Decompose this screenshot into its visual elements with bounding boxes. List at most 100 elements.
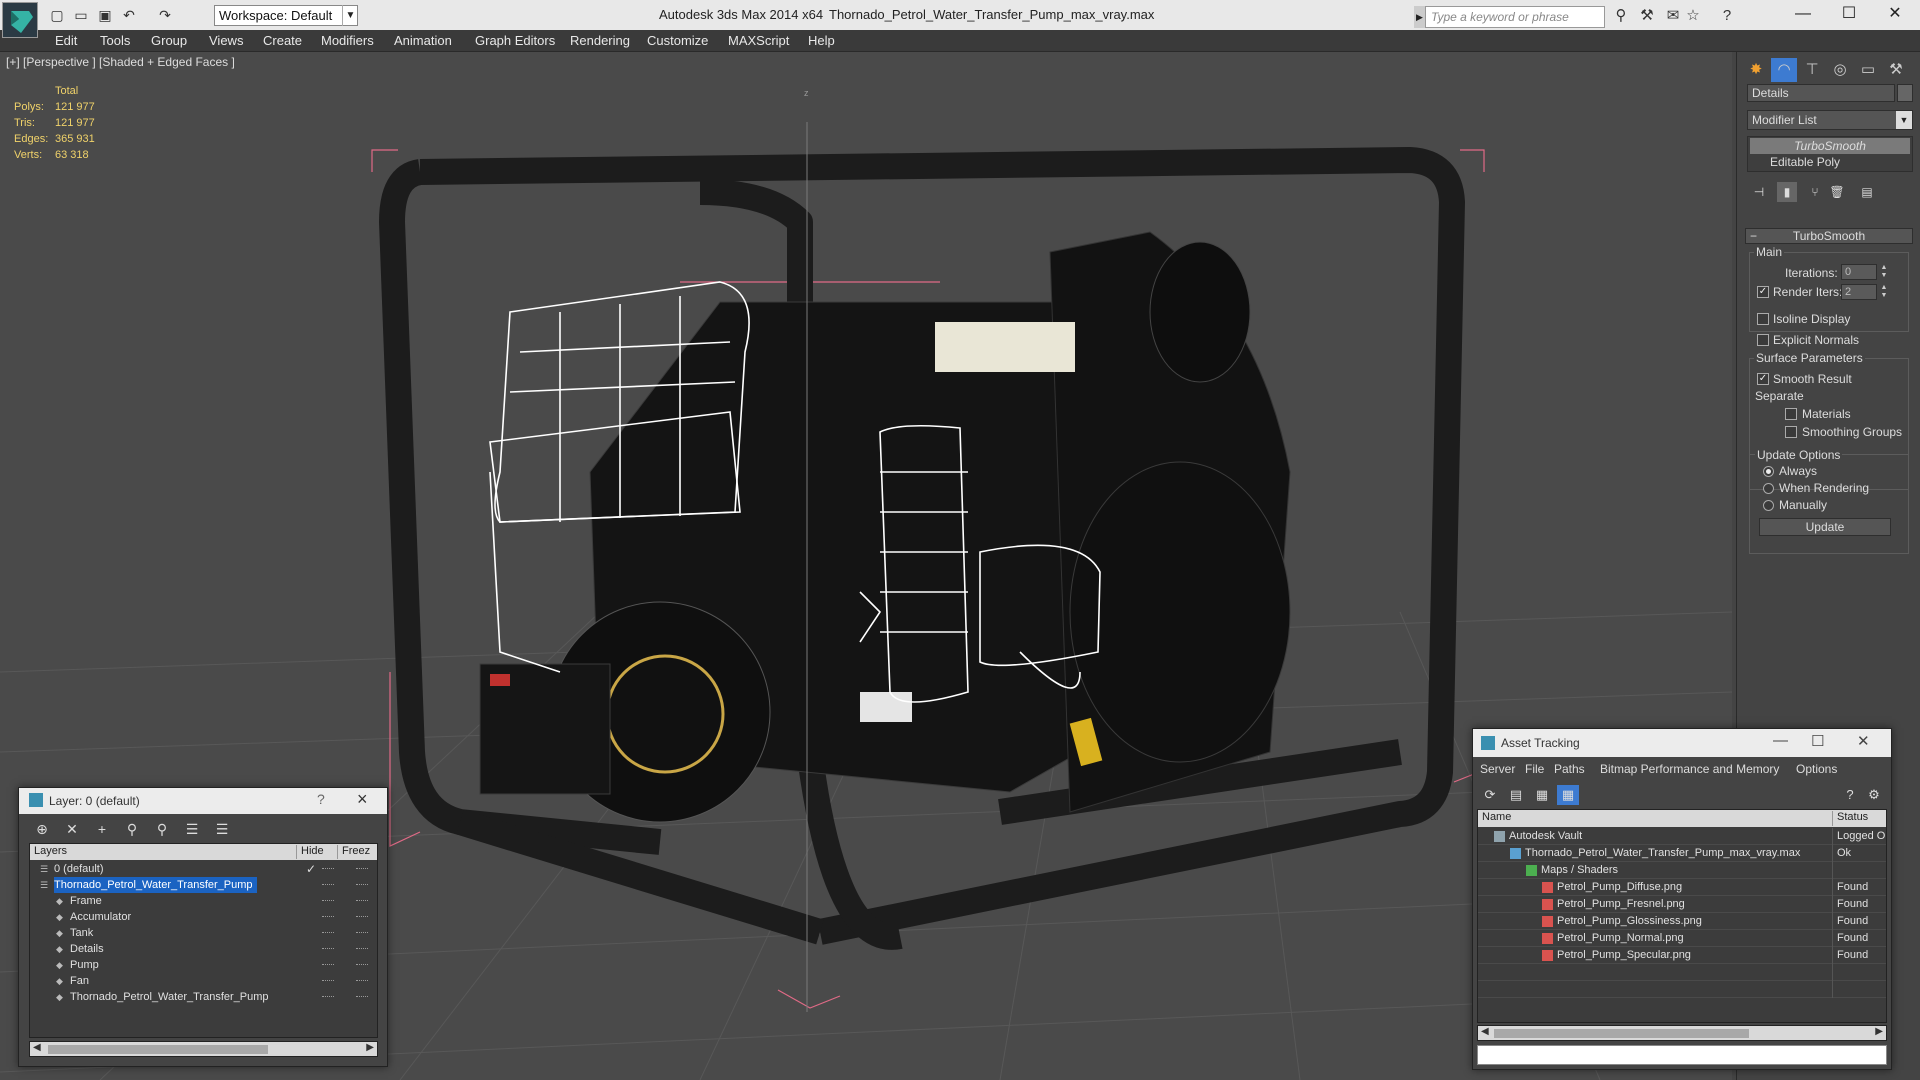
utilities-tab-icon[interactable]: ⚒: [1883, 58, 1909, 82]
app-logo-icon[interactable]: [2, 2, 38, 38]
scroll-thumb[interactable]: [48, 1045, 268, 1054]
iterations-spinner[interactable]: 0: [1841, 264, 1877, 280]
layer-name[interactable]: Thornado_Petrol_Water_Transfer_Pump: [54, 877, 257, 893]
asset-row[interactable]: Petrol_Pump_Specular.png Found: [1478, 947, 1886, 964]
asset-menu-file[interactable]: File: [1525, 762, 1544, 776]
isoline-display-checkbox[interactable]: [1757, 313, 1769, 325]
remove-modifier-icon[interactable]: 🗑: [1827, 182, 1847, 202]
layer-name[interactable]: Pump: [70, 957, 103, 973]
hide-toggle[interactable]: [322, 980, 334, 982]
layer-panel-titlebar[interactable]: Layer: 0 (default) ? ×: [19, 788, 387, 814]
layer-name[interactable]: Frame: [70, 893, 106, 909]
column-status[interactable]: Status: [1832, 811, 1868, 826]
show-end-result-icon[interactable]: ▮: [1777, 182, 1797, 202]
freeze-toggle[interactable]: [356, 884, 368, 886]
column-hide[interactable]: Hide: [296, 845, 324, 859]
favorites-star-icon[interactable]: ☆: [1682, 6, 1704, 26]
close-icon[interactable]: ×: [357, 789, 368, 810]
asset-row[interactable]: Petrol_Pump_Diffuse.png Found: [1478, 879, 1886, 896]
menu-edit[interactable]: Edit: [55, 33, 77, 48]
hide-toggle[interactable]: [322, 948, 334, 950]
close-icon[interactable]: ✕: [1857, 732, 1870, 750]
make-unique-icon[interactable]: ⑂: [1805, 182, 1825, 202]
menu-help[interactable]: Help: [808, 33, 835, 48]
turbosmooth-rollout-header[interactable]: − TurboSmooth: [1745, 228, 1913, 244]
grid-view-icon[interactable]: ▦: [1557, 785, 1579, 805]
maximize-icon[interactable]: ☐: [1811, 732, 1824, 750]
layer-name[interactable]: Thornado_Petrol_Water_Transfer_Pump: [70, 989, 273, 1005]
asset-row[interactable]: Autodesk Vault Logged O: [1478, 828, 1886, 845]
subscription-icon[interactable]: ⚒: [1636, 6, 1658, 26]
create-tab-icon[interactable]: ✸: [1743, 58, 1769, 82]
scroll-thumb[interactable]: [1494, 1029, 1749, 1038]
scroll-left-icon[interactable]: ◀: [1481, 1026, 1489, 1037]
add-to-layer-icon[interactable]: +: [91, 819, 113, 839]
object-color-swatch[interactable]: [1897, 84, 1913, 102]
render-iters-spinner[interactable]: 2: [1841, 284, 1877, 300]
layer-row[interactable]: ☰ Thornado_Petrol_Water_Transfer_Pump: [30, 877, 377, 893]
scroll-right-icon[interactable]: ▶: [1875, 1026, 1883, 1037]
layer-name[interactable]: Tank: [70, 925, 97, 941]
update-when-rendering-radio[interactable]: [1763, 483, 1774, 494]
new-file-icon[interactable]: ▢: [48, 6, 66, 24]
minimize-icon[interactable]: —: [1773, 732, 1788, 749]
asset-row[interactable]: Thornado_Petrol_Water_Transfer_Pump_max_…: [1478, 845, 1886, 862]
object-name-field[interactable]: Details: [1747, 84, 1895, 102]
list-view-icon[interactable]: ▤: [1505, 785, 1527, 805]
asset-menu-paths[interactable]: Paths: [1554, 762, 1585, 776]
menu-rendering[interactable]: Rendering: [570, 33, 630, 48]
layer-row[interactable]: ☰ 0 (default) ✓: [30, 861, 377, 877]
help-icon[interactable]: ?: [1716, 6, 1738, 26]
viewport-label[interactable]: [+] [Perspective ] [Shaded + Edged Faces…: [6, 55, 235, 69]
layer-row[interactable]: ◆ Accumulator: [30, 909, 377, 925]
asset-menu-bitmap-performance[interactable]: Bitmap Performance and Memory: [1600, 762, 1779, 776]
freeze-toggle[interactable]: [356, 996, 368, 998]
layer-row[interactable]: ◆ Pump: [30, 957, 377, 973]
asset-row[interactable]: Petrol_Pump_Glossiness.png Found: [1478, 913, 1886, 930]
help-icon[interactable]: ?: [317, 791, 325, 807]
binoculars-icon[interactable]: ⚲: [1610, 6, 1632, 26]
freeze-toggle[interactable]: [356, 948, 368, 950]
asset-path-field[interactable]: [1477, 1045, 1887, 1065]
asset-row[interactable]: Petrol_Pump_Normal.png Found: [1478, 930, 1886, 947]
freeze-toggle[interactable]: [356, 868, 368, 870]
stack-item-turbosmooth[interactable]: TurboSmooth: [1750, 138, 1910, 154]
select-objects-icon[interactable]: ⚲: [121, 819, 143, 839]
column-layers[interactable]: Layers: [30, 845, 67, 859]
layer-row[interactable]: ◆ Details: [30, 941, 377, 957]
search-expand-icon[interactable]: ▶: [1414, 6, 1425, 28]
layer-name[interactable]: Accumulator: [70, 909, 135, 925]
hide-toggle[interactable]: [322, 916, 334, 918]
select-layer-icon[interactable]: ⚲: [151, 819, 173, 839]
stack-item-editable-poly[interactable]: Editable Poly: [1750, 154, 1910, 170]
chevron-down-icon[interactable]: ▼: [1896, 111, 1912, 129]
motion-tab-icon[interactable]: ◎: [1827, 58, 1853, 82]
asset-row[interactable]: Maps / Shaders: [1478, 862, 1886, 879]
scroll-left-icon[interactable]: ◀: [33, 1042, 41, 1053]
hide-toggle[interactable]: [322, 964, 334, 966]
current-layer-check-icon[interactable]: ✓: [306, 861, 316, 877]
menu-views[interactable]: Views: [209, 33, 243, 48]
freeze-toggle[interactable]: [356, 900, 368, 902]
scroll-right-icon[interactable]: ▶: [366, 1042, 374, 1053]
menu-animation[interactable]: Animation: [394, 33, 452, 48]
chevron-down-icon[interactable]: ▼: [342, 5, 358, 26]
menu-group[interactable]: Group: [151, 33, 187, 48]
asset-row[interactable]: Petrol_Pump_Fresnel.png Found: [1478, 896, 1886, 913]
asset-menu-server[interactable]: Server: [1480, 762, 1515, 776]
menu-create[interactable]: Create: [263, 33, 302, 48]
smoothing-groups-checkbox[interactable]: [1785, 426, 1797, 438]
layer-name[interactable]: Fan: [70, 973, 93, 989]
modify-tab-icon[interactable]: ◠: [1771, 58, 1797, 82]
hide-toggle[interactable]: [322, 900, 334, 902]
horizontal-scrollbar[interactable]: ◀ ▶: [1477, 1025, 1887, 1041]
asset-menu-options[interactable]: Options: [1796, 762, 1837, 776]
hide-toggle[interactable]: [322, 884, 334, 886]
update-always-radio[interactable]: [1763, 466, 1774, 477]
layer-row[interactable]: ◆ Frame: [30, 893, 377, 909]
minimize-button[interactable]: —: [1780, 0, 1826, 30]
menu-graph-editors[interactable]: Graph Editors: [475, 33, 555, 48]
smooth-result-checkbox[interactable]: ✓: [1757, 373, 1769, 385]
render-iters-checkbox[interactable]: ✓: [1757, 286, 1769, 298]
update-button[interactable]: Update: [1759, 518, 1891, 536]
